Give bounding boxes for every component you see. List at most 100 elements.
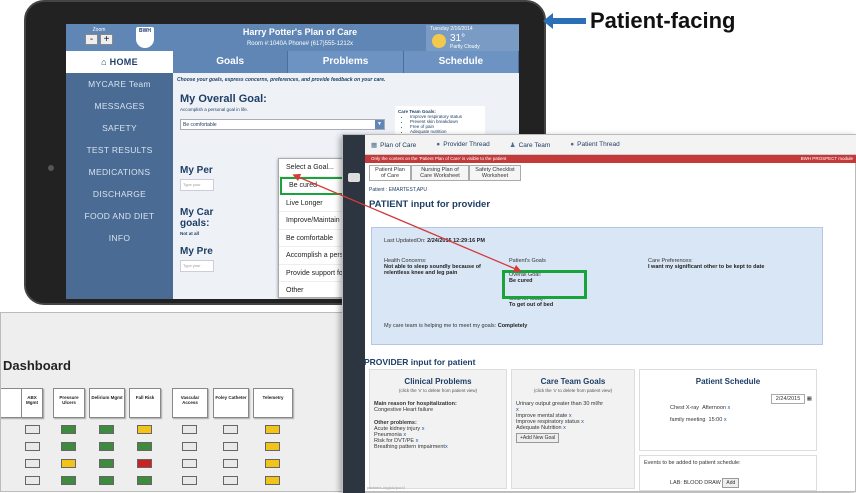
calendar-icon[interactable]: ▦ bbox=[807, 396, 812, 402]
patient-facing-callout: Patient-facing bbox=[543, 8, 736, 34]
nav-home[interactable]: ⌂ HOME bbox=[66, 51, 173, 73]
status-cell bbox=[99, 425, 114, 434]
zoom-control: Zoom - + bbox=[80, 27, 118, 45]
delete-icon[interactable]: x bbox=[563, 425, 566, 431]
page-title: Harry Potter's Plan of Care bbox=[242, 27, 358, 37]
tablet-camera bbox=[48, 165, 54, 171]
care-goal-item: Urinary output greater than 30 ml/hr x bbox=[516, 401, 604, 413]
main-reason-value: Congestive Heart failure bbox=[374, 407, 434, 413]
visibility-notice: Only the content on the 'Patient Plan of… bbox=[365, 155, 856, 163]
connector-arrow bbox=[292, 173, 522, 273]
type-input-1[interactable]: Type your bbox=[180, 179, 214, 191]
problem-item: Breathing pattern impairmentx bbox=[374, 444, 448, 450]
status-cell bbox=[265, 425, 280, 434]
delete-icon[interactable]: x bbox=[724, 417, 727, 423]
zoom-label: Zoom bbox=[92, 27, 106, 33]
status-cell bbox=[25, 442, 40, 451]
module-label: BWH PROSPECT module bbox=[800, 156, 853, 161]
arrow-left-icon bbox=[543, 13, 586, 29]
patient-facing-label: Patient-facing bbox=[590, 8, 736, 33]
type-input-2[interactable]: Type your bbox=[180, 260, 214, 272]
dashboard-col-header: Fall Risk bbox=[129, 388, 161, 418]
tab-problems[interactable]: Problems bbox=[288, 51, 404, 73]
overall-goal-value: Be comfortable bbox=[183, 122, 217, 128]
room-phone: Room #:1040A Phone# (617)555-1212x bbox=[246, 41, 354, 47]
status-cell bbox=[61, 442, 76, 451]
zoom-in-button[interactable]: + bbox=[100, 34, 113, 45]
dashboard-col-header: Vascular Access bbox=[172, 388, 208, 418]
weather-condition: Partly Cloudy bbox=[450, 44, 480, 50]
status-cell bbox=[223, 459, 238, 468]
dashboard-panel: Dashboard ABX Mgmt Pressure Ulcers Delir… bbox=[0, 312, 352, 492]
hospital-logo: BWH bbox=[136, 27, 154, 48]
dashboard-col-header: ABX Mgmt bbox=[21, 388, 43, 418]
zoom-out-button[interactable]: - bbox=[85, 34, 98, 45]
dashboard-col-header: Delirium Mgmt bbox=[89, 388, 125, 418]
status-cell bbox=[137, 442, 152, 451]
patient-header: Zoom - + BWH Harry Potter's Plan of Care… bbox=[66, 24, 519, 51]
add-event-button[interactable]: Add bbox=[722, 478, 740, 488]
care-goal-item: Adequate Nutrition x bbox=[516, 425, 566, 431]
status-cell bbox=[25, 425, 40, 434]
delete-icon[interactable]: x bbox=[728, 405, 731, 411]
nav-mycare-team[interactable]: MYCARE Team bbox=[66, 73, 173, 95]
nav-medications[interactable]: MEDICATIONS bbox=[66, 161, 173, 183]
status-cell bbox=[223, 442, 238, 451]
status-cell bbox=[99, 459, 114, 468]
provider-input-heading: PROVIDER input for patient bbox=[364, 357, 476, 367]
nav-food-and-diet[interactable]: FOOD AND DIET bbox=[66, 205, 173, 227]
schedule-date-input[interactable]: 2/24/2015 bbox=[770, 394, 806, 404]
events-box: Events to be added to patient schedule: … bbox=[639, 455, 817, 491]
status-cell bbox=[25, 459, 40, 468]
toolbar-care-team[interactable]: ♟ Care Team bbox=[510, 141, 551, 149]
delete-icon[interactable]: x bbox=[445, 444, 448, 450]
section-pre-heading: My Pre bbox=[180, 246, 213, 257]
clinical-hint: (click the 'x' to delete from patient vi… bbox=[398, 388, 478, 393]
delete-icon[interactable]: x bbox=[422, 426, 425, 432]
nav-safety[interactable]: SAFETY bbox=[66, 117, 173, 139]
sun-icon bbox=[432, 34, 446, 48]
patient-schedule-column: Patient Schedule 2/24/2015 ▦ Chest X-ray… bbox=[639, 369, 817, 451]
nav-info[interactable]: INFO bbox=[66, 227, 173, 249]
status-cell bbox=[137, 476, 152, 485]
patient-tabs: Goals Problems Schedule bbox=[173, 51, 519, 73]
tab-schedule[interactable]: Schedule bbox=[404, 51, 519, 73]
status-cell bbox=[99, 442, 114, 451]
status-cell bbox=[265, 476, 280, 485]
status-cell bbox=[223, 425, 238, 434]
dashboard-col-header: Pressure Ulcers bbox=[53, 388, 85, 418]
dashboard-col-header: Foley Catheter bbox=[213, 388, 249, 418]
status-cell bbox=[265, 442, 280, 451]
status-cell bbox=[99, 476, 114, 485]
status-cell bbox=[137, 425, 152, 434]
add-goal-button[interactable]: +Add New Goal bbox=[516, 433, 560, 443]
not-at-all-label: Not at all bbox=[180, 231, 200, 236]
weather-widget: Tuesday 2/16/2014 31° Partly Cloudy bbox=[426, 25, 519, 51]
speech-bubble-icon: ● bbox=[436, 141, 441, 148]
toolbar-patient-thread[interactable]: ● Patient Thread bbox=[570, 141, 619, 148]
status-cell bbox=[182, 459, 197, 468]
events-label: Events to be added to patient schedule: bbox=[644, 460, 741, 466]
nav-messages[interactable]: MESSAGES bbox=[66, 95, 173, 117]
delete-icon[interactable]: x bbox=[581, 419, 584, 425]
dashboard-title: Dashboard bbox=[3, 358, 71, 373]
home-icon: ⌂ bbox=[101, 57, 110, 67]
nav-test-results[interactable]: TEST RESULTS bbox=[66, 139, 173, 161]
toolbar-provider-thread[interactable]: ● Provider Thread bbox=[436, 141, 489, 148]
overall-goal-heading: My Overall Goal: bbox=[180, 93, 267, 105]
tab-goals[interactable]: Goals bbox=[173, 51, 289, 73]
status-cell bbox=[182, 442, 197, 451]
care-team-help-value: Completely bbox=[497, 323, 528, 329]
status-cell bbox=[265, 459, 280, 468]
care-goals-hint: (click the 'x' to delete from patient vi… bbox=[533, 388, 613, 393]
status-cell bbox=[137, 459, 152, 468]
speech-bubble-icon: ● bbox=[570, 141, 575, 148]
care-prefs-value: I want my significant other to be kept t… bbox=[648, 264, 765, 270]
care-goals-title: Care Team Goals bbox=[540, 377, 606, 386]
visibility-notice-text: Only the content on the 'Patient Plan of… bbox=[371, 156, 507, 161]
nav-discharge[interactable]: DISCHARGE bbox=[66, 183, 173, 205]
status-cell bbox=[61, 476, 76, 485]
overall-goal-select[interactable]: Be comfortable ▼ bbox=[180, 119, 385, 130]
clinical-problems-column: Clinical Problems (click the 'x' to dele… bbox=[369, 369, 507, 489]
toolbar-plan-of-care[interactable]: ▦ Plan of Care bbox=[371, 141, 416, 149]
